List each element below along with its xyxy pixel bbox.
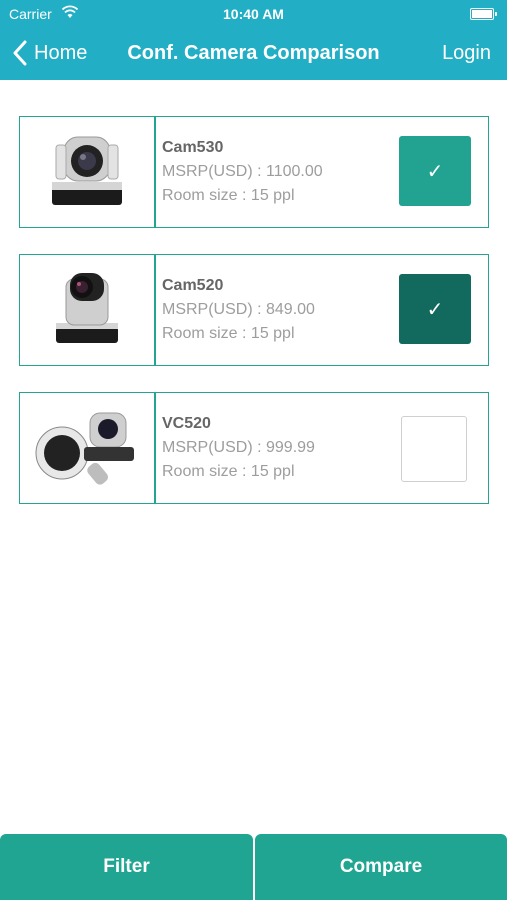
page-title: Conf. Camera Comparison	[127, 42, 380, 64]
battery-icon	[470, 8, 497, 20]
camera-room-size: Room size : 15 ppl	[162, 463, 295, 480]
camera-msrp: MSRP(USD) : 999.99	[162, 439, 315, 456]
camera-room-size: Room size : 15 ppl	[162, 187, 295, 204]
bottom-toolbar: Filter Compare	[0, 834, 507, 900]
camera-image	[20, 393, 156, 503]
camera-list: Cam530 MSRP(USD) : 1100.00 Room size : 1…	[19, 116, 489, 530]
camera-name: VC520	[162, 415, 211, 432]
login-button[interactable]: Login	[442, 42, 491, 65]
camera-room-size: Room size : 15 ppl	[162, 325, 295, 342]
select-checkbox[interactable]: ✓	[399, 136, 471, 206]
top-bar: Carrier 10:40 AM Home Conf. Camera Compa…	[0, 0, 507, 80]
navigation-bar: Home Conf. Camera Comparison Login	[0, 28, 507, 80]
select-checkbox[interactable]: ✓	[399, 274, 471, 344]
list-item: Cam530 MSRP(USD) : 1100.00 Room size : 1…	[19, 116, 489, 228]
compare-button[interactable]: Compare	[255, 834, 507, 900]
ptz-camera-icon	[56, 273, 118, 343]
camera-msrp: MSRP(USD) : 1100.00	[162, 163, 323, 180]
list-item: VC520 MSRP(USD) : 999.99 Room size : 15 …	[19, 392, 489, 504]
list-item: Cam520 MSRP(USD) : 849.00 Room size : 15…	[19, 254, 489, 366]
camera-name: Cam530	[162, 139, 224, 156]
clock: 10:40 AM	[223, 6, 284, 22]
camera-kit-icon	[35, 412, 134, 485]
select-checkbox[interactable]	[401, 416, 467, 482]
camera-image	[20, 255, 156, 365]
ptz-camera-icon	[52, 136, 122, 205]
camera-image	[20, 117, 156, 227]
status-bar: Carrier 10:40 AM	[0, 0, 507, 28]
camera-name: Cam520	[162, 277, 224, 294]
filter-button[interactable]: Filter	[0, 834, 253, 900]
camera-msrp: MSRP(USD) : 849.00	[162, 301, 315, 318]
